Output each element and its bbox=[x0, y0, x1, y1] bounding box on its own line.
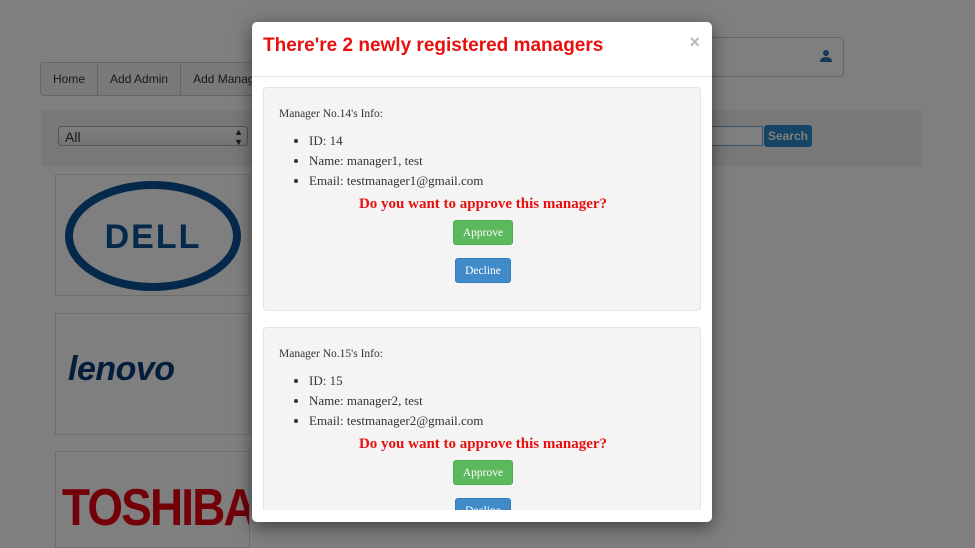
manager-info-list: ID: 15 Name: manager2, test Email: testm… bbox=[279, 371, 483, 431]
approve-button[interactable]: Approve bbox=[453, 220, 513, 245]
manager-id: ID: 14 bbox=[309, 131, 483, 151]
manager-email: Email: testmanager1@gmail.com bbox=[309, 171, 483, 191]
modal-body[interactable]: Manager No.14's Info: ID: 14 Name: manag… bbox=[252, 77, 712, 510]
manager-card: Manager No.14's Info: ID: 14 Name: manag… bbox=[263, 87, 701, 311]
decline-button[interactable]: Decline bbox=[455, 258, 511, 283]
manager-heading: Manager No.15's Info: bbox=[279, 348, 383, 360]
approve-button[interactable]: Approve bbox=[453, 460, 513, 485]
manager-info-list: ID: 14 Name: manager1, test Email: testm… bbox=[279, 131, 483, 191]
manager-name: Name: manager1, test bbox=[309, 151, 483, 171]
manager-card: Manager No.15's Info: ID: 15 Name: manag… bbox=[263, 327, 701, 510]
approval-modal: There're 2 newly registered managers × M… bbox=[252, 22, 712, 522]
manager-heading: Manager No.14's Info: bbox=[279, 108, 383, 120]
modal-header: There're 2 newly registered managers × bbox=[252, 22, 712, 77]
approve-question: Do you want to approve this manager? bbox=[358, 196, 608, 212]
manager-id: ID: 15 bbox=[309, 371, 483, 391]
close-icon[interactable]: × bbox=[689, 32, 700, 53]
decline-button[interactable]: Decline bbox=[455, 498, 511, 510]
approve-question: Do you want to approve this manager? bbox=[358, 436, 608, 452]
modal-title: There're 2 newly registered managers bbox=[263, 35, 604, 56]
manager-name: Name: manager2, test bbox=[309, 391, 483, 411]
manager-email: Email: testmanager2@gmail.com bbox=[309, 411, 483, 431]
